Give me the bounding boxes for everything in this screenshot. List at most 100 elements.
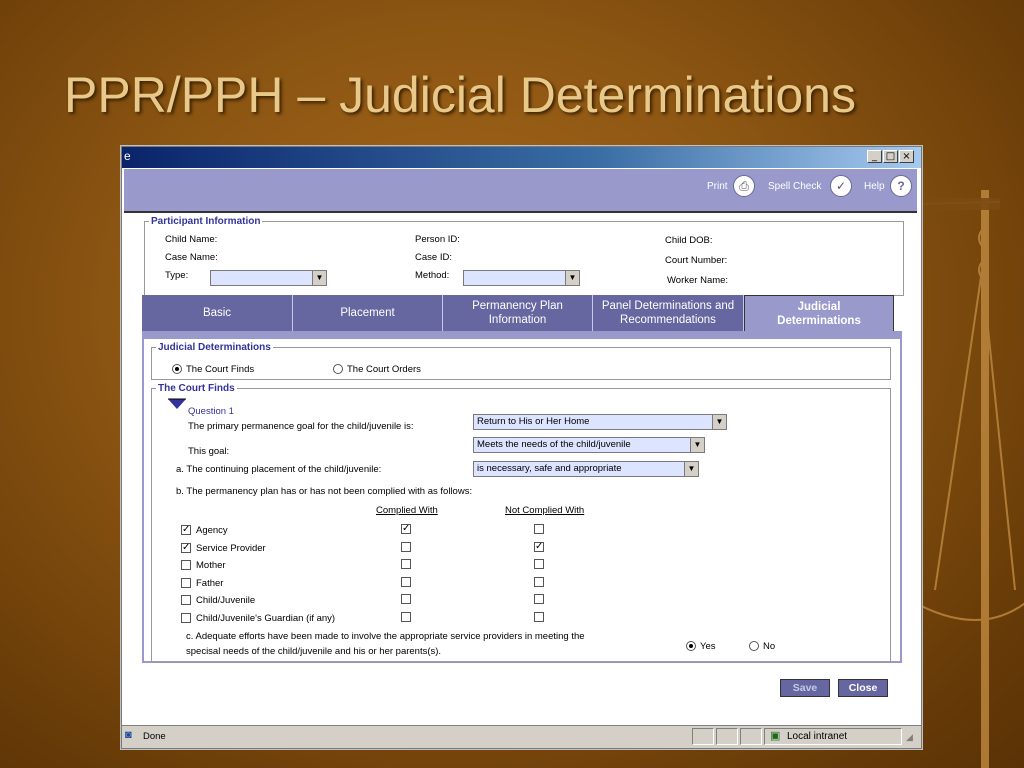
tab-panel-determinations[interactable]: Panel Determinations and Recommendations — [593, 295, 744, 331]
method-select[interactable]: ▼ — [463, 270, 580, 286]
method-label: Method: — [415, 270, 450, 281]
print-icon[interactable]: ⎙ — [733, 175, 755, 197]
page-icon: ◙ — [125, 729, 132, 741]
case-id-label: Case ID: — [415, 252, 452, 263]
goal-question: The primary permanence goal for the chil… — [188, 421, 414, 432]
row-label: Child/Juvenile — [196, 595, 256, 606]
this-goal-select[interactable]: Meets the needs of the child/juvenile ▼ — [473, 437, 705, 453]
complied-checkbox[interactable] — [401, 559, 411, 569]
tab-bar: Basic Placement Permanency Plan Informat… — [142, 295, 902, 331]
type-label: Type: — [165, 270, 189, 281]
close-button[interactable]: Close — [838, 679, 888, 697]
complied-checkbox[interactable] — [401, 542, 411, 552]
court-orders-label: The Court Orders — [347, 364, 421, 375]
resize-grip-icon[interactable]: ◢ — [906, 732, 913, 743]
status-bar: ◙ Done Local intranet ▣ ◢ — [122, 725, 921, 748]
spell-check-icon[interactable]: ✓ — [830, 175, 852, 197]
court-number-label: Court Number: — [665, 255, 728, 266]
not-complied-checkbox[interactable] — [534, 612, 544, 622]
status-cell — [740, 728, 762, 745]
row-checkbox[interactable] — [181, 613, 191, 623]
spell-check-label[interactable]: Spell Check — [768, 181, 821, 192]
court-finds-radio[interactable] — [172, 364, 182, 374]
efforts-no-radio[interactable] — [749, 641, 759, 651]
toolbar: Print ⎙ Spell Check ✓ Help ? — [124, 169, 917, 213]
efforts-yes-label: Yes — [700, 641, 716, 652]
child-name-label: Child Name: — [165, 234, 218, 245]
chevron-down-icon: ▼ — [312, 271, 326, 285]
case-name-label: Case Name: — [165, 252, 218, 263]
not-complied-checkbox[interactable]: ✓ — [534, 542, 544, 552]
this-goal-select-value: Meets the needs of the child/juvenile — [477, 439, 631, 450]
efforts-question-line1: c. Adequate efforts have been made to in… — [186, 631, 585, 642]
this-goal-label: This goal: — [188, 446, 230, 457]
efforts-question-line2: specisal needs of the child/juvenile and… — [186, 646, 442, 657]
participant-info-legend: Participant Information — [151, 216, 261, 227]
zone-label: Local intranet — [787, 731, 848, 742]
minimize-button[interactable]: _ — [867, 150, 882, 163]
chevron-down-icon: ▼ — [712, 415, 726, 429]
placement-select[interactable]: is necessary, safe and appropriate ▼ — [473, 461, 699, 477]
save-button[interactable]: Save — [780, 679, 830, 697]
chevron-down-icon: ▼ — [690, 438, 704, 452]
tab-placement[interactable]: Placement — [293, 295, 443, 331]
row-checkbox[interactable] — [181, 560, 191, 570]
help-label[interactable]: Help — [864, 181, 885, 192]
goal-select-value: Return to His or Her Home — [477, 416, 590, 427]
zone-cell: Local intranet — [764, 728, 902, 745]
efforts-no-label: No — [763, 641, 776, 652]
collapse-triangle-icon[interactable] — [167, 398, 187, 410]
complied-checkbox[interactable]: ✓ — [401, 524, 411, 534]
row-label: Mother — [196, 560, 226, 571]
row-label: Agency — [196, 525, 228, 536]
tab-basic[interactable]: Basic — [142, 295, 293, 331]
row-label: Father — [196, 578, 224, 589]
complied-column-header: Complied With — [376, 505, 438, 516]
row-checkbox[interactable] — [181, 595, 191, 605]
type-select[interactable]: ▼ — [210, 270, 327, 286]
maximize-button[interactable]: □ — [883, 150, 898, 163]
not-complied-checkbox[interactable] — [534, 559, 544, 569]
court-orders-radio[interactable] — [333, 364, 343, 374]
row-checkbox[interactable]: ✓ — [181, 525, 191, 535]
judicial-legend: Judicial Determinations — [158, 342, 271, 353]
not-complied-checkbox[interactable] — [534, 594, 544, 604]
person-id-label: Person ID: — [415, 234, 460, 245]
complied-checkbox[interactable] — [401, 612, 411, 622]
not-complied-column-header: Not Complied With — [505, 505, 585, 516]
compliance-question: b. The permanency plan has or has not be… — [176, 486, 473, 497]
help-icon[interactable]: ? — [890, 175, 912, 197]
chevron-down-icon: ▼ — [684, 462, 698, 476]
judicial-group: Judicial Determinations — [151, 342, 891, 380]
browser-window: e _ □ × Print ⎙ Spell Check ✓ Help ? Par… — [121, 146, 922, 749]
placement-question: a. The continuing placement of the child… — [176, 464, 382, 475]
chevron-down-icon: ▼ — [565, 271, 579, 285]
efforts-yes-radio[interactable] — [686, 641, 696, 651]
court-finds-legend: The Court Finds — [158, 383, 235, 394]
court-finds-label: The Court Finds — [186, 364, 255, 375]
not-complied-checkbox[interactable] — [534, 524, 544, 534]
tab-judicial-determinations[interactable]: Judicial Determinations — [744, 295, 894, 331]
title-bar: e _ □ × — [122, 147, 921, 168]
print-label[interactable]: Print — [707, 181, 728, 192]
tab-permanency-plan[interactable]: Permanency Plan Information — [443, 295, 593, 331]
row-checkbox[interactable] — [181, 578, 191, 588]
status-cell — [692, 728, 714, 745]
close-window-button[interactable]: × — [899, 150, 914, 163]
row-label: Child/Juvenile's Guardian (if any) — [196, 613, 336, 624]
worker-name-label: Worker Name: — [667, 275, 729, 286]
status-text: Done — [143, 731, 166, 742]
row-checkbox[interactable]: ✓ — [181, 543, 191, 553]
child-dob-label: Child DOB: — [665, 235, 713, 246]
complied-checkbox[interactable] — [401, 594, 411, 604]
intranet-icon: ▣ — [770, 730, 781, 742]
complied-checkbox[interactable] — [401, 577, 411, 587]
scale-of-justice-icon — [905, 190, 1024, 768]
not-complied-checkbox[interactable] — [534, 577, 544, 587]
row-label: Service Provider — [196, 543, 266, 554]
slide-title: PPR/PPH – Judicial Determinations — [64, 67, 856, 123]
ie-logo-icon: e — [124, 149, 131, 163]
question-label: Question 1 — [188, 406, 234, 417]
placement-select-value: is necessary, safe and appropriate — [477, 463, 622, 474]
goal-select[interactable]: Return to His or Her Home ▼ — [473, 414, 727, 430]
